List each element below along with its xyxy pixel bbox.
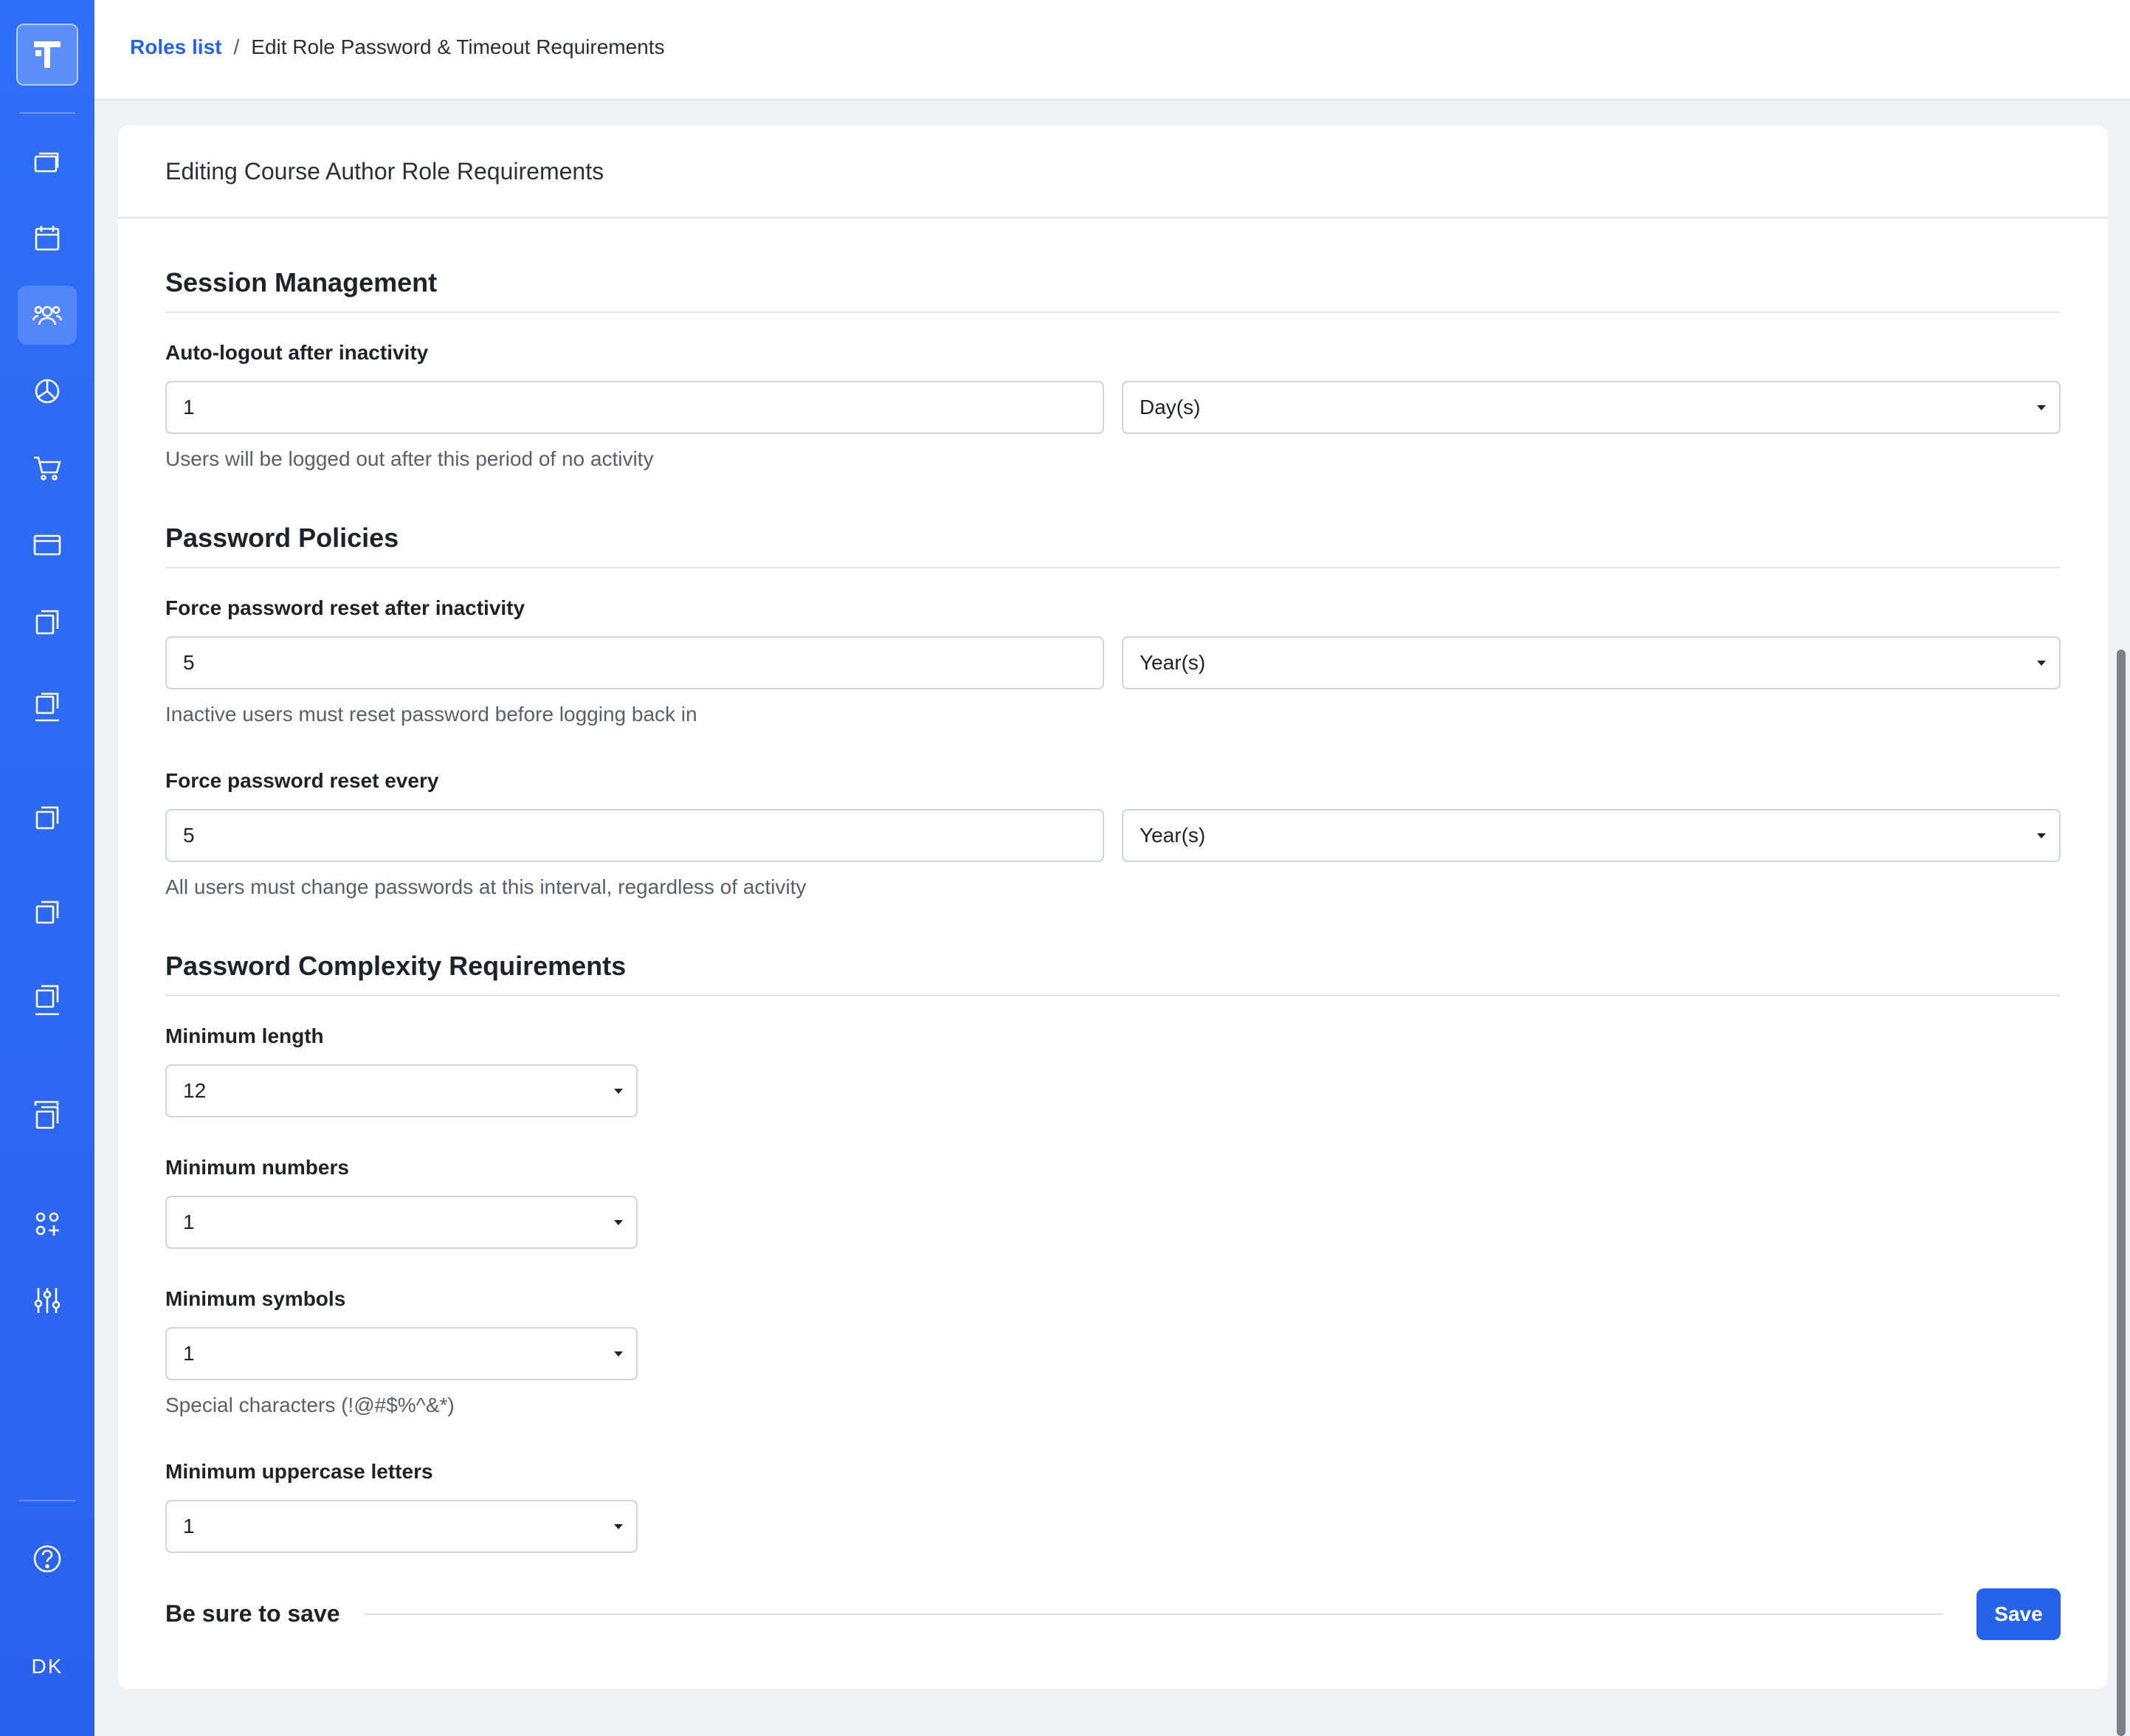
library-icon[interactable] [18,1085,77,1144]
min-length-label: Minimum length [165,1024,324,1047]
caret-down-icon [614,1351,623,1357]
min-symbols-select[interactable]: 1 [165,1327,638,1380]
reset-inactivity-value-input[interactable]: 5 [165,636,1104,689]
auto-logout-unit-value: Day(s) [1140,396,1201,418]
courses-icon[interactable] [18,133,77,192]
min-numbers-value: 1 [183,1210,195,1233]
caret-down-icon [2037,833,2046,838]
min-symbols-help: Special characters (!@#$%^&*) [165,1394,455,1416]
sidebar-divider [19,112,75,114]
section-divider [165,567,2061,568]
breadcrumb-current: Edit Role Password & Timeout Requirement… [251,35,665,58]
top-header: Roles list / Edit Role Password & Timeout … [94,0,2130,100]
breadcrumb-roles-list-link[interactable]: Roles list [130,35,221,58]
caret-down-icon [614,1088,623,1094]
reset-inactivity-label: Force password reset after inactivity [165,596,525,619]
min-uppercase-select[interactable]: 1 [165,1500,638,1553]
caret-down-icon [614,1523,623,1529]
users-icon[interactable] [18,286,77,345]
card-icon[interactable] [18,515,77,574]
min-numbers-select[interactable]: 1 [165,1196,638,1249]
save-row-divider [365,1613,1943,1615]
auto-logout-value-input[interactable]: 1 [165,381,1104,434]
save-reminder: Be sure to save [165,1600,340,1627]
save-button[interactable]: Save [1976,1588,2061,1640]
pages-alt-icon[interactable] [18,678,77,737]
caret-down-icon [2037,404,2046,410]
section-divider [165,995,2061,996]
calendar-icon[interactable] [18,209,77,268]
section-title-session: Session Management [165,267,438,297]
min-uppercase-label: Minimum uppercase letters [165,1460,433,1483]
integrations-icon[interactable] [18,1194,77,1253]
min-symbols-label: Minimum symbols [165,1287,346,1310]
card-title: Editing Course Author Role Requirements [118,125,2108,218]
caret-down-icon [2037,660,2046,666]
min-uppercase-value: 1 [183,1515,195,1537]
settings-sliders-icon[interactable] [18,1271,77,1330]
copy-icon[interactable] [18,788,77,847]
min-symbols-value: 1 [183,1342,195,1365]
reset-every-value-input[interactable]: 5 [165,809,1104,862]
section-title-complexity: Password Complexity Requirements [165,951,627,981]
sidebar-divider [19,1500,75,1501]
brand-logo-icon[interactable] [16,24,78,86]
reset-inactivity-unit-select[interactable]: Year(s) [1122,636,2061,689]
help-circle-icon[interactable] [18,1529,77,1588]
copy-alt-icon[interactable] [18,883,77,942]
pages-icon[interactable] [18,592,77,651]
reset-every-label: Force password reset every [165,769,439,792]
cart-icon[interactable] [18,438,77,497]
breadcrumb-separator: / [233,35,240,58]
auto-logout-label: Auto-logout after inactivity [165,341,429,364]
copy-stack-icon[interactable] [18,970,77,1029]
min-numbers-label: Minimum numbers [165,1156,349,1179]
section-title-password: Password Policies [165,523,399,553]
role-requirements-card: Editing Course Author Role Requirements … [118,125,2108,1689]
caret-down-icon [614,1219,623,1225]
page-scrollbar[interactable] [2117,650,2126,1736]
breadcrumb: Roles list / Edit Role Password & Timeout … [130,35,665,59]
auto-logout-help: Users will be logged out after this peri… [165,447,654,470]
min-length-select[interactable]: 12 [165,1064,638,1117]
auto-logout-unit-select[interactable]: Day(s) [1122,381,2061,434]
reset-every-help: All users must change passwords at this … [165,875,807,898]
section-divider [165,311,2061,313]
reset-inactivity-help: Inactive users must reset password befor… [165,703,697,726]
reset-every-unit-select[interactable]: Year(s) [1122,809,2061,862]
reset-every-unit-value: Year(s) [1140,824,1206,847]
sidebar: DK [0,0,94,1736]
user-avatar-initials[interactable]: DK [0,1655,94,1678]
min-length-value: 12 [183,1079,207,1102]
reports-icon[interactable] [18,362,77,421]
reset-inactivity-unit-value: Year(s) [1140,651,1206,674]
